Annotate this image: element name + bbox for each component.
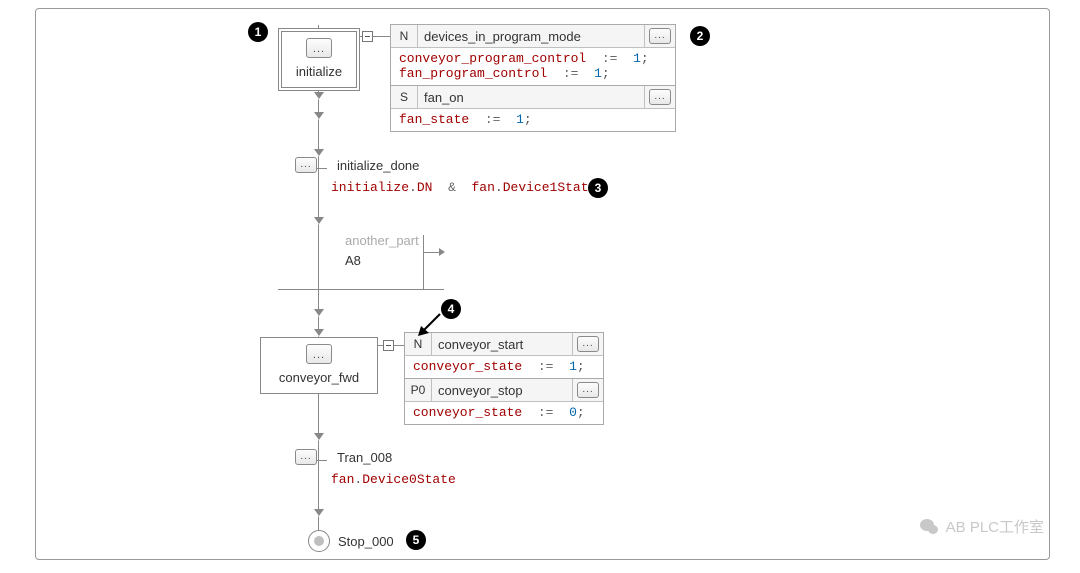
ellipsis-icon[interactable]: ... [295, 157, 317, 173]
watermark-text: AB PLC工作室 [946, 516, 1044, 537]
action-row: N conveyor_start ... conveyor_state := 1… [405, 333, 603, 378]
action-row: P0 conveyor_stop ... conveyor_state := 0… [405, 378, 603, 424]
callout-5: 5 [406, 530, 426, 550]
action-qualifier: S [391, 86, 418, 108]
step-label: conveyor_fwd [261, 364, 377, 393]
ellipsis-icon[interactable]: ... [649, 28, 671, 44]
branch-name: another_part [345, 233, 419, 248]
ellipsis-icon[interactable]: ... [295, 449, 317, 465]
collapse-icon[interactable] [383, 340, 394, 351]
transition-label: Tran_008 [337, 450, 392, 465]
ellipsis-icon[interactable]: ... [577, 336, 599, 352]
ellipsis-icon[interactable]: ... [577, 382, 599, 398]
watermark: AB PLC工作室 [920, 516, 1044, 537]
sfc-main-line [318, 25, 319, 543]
transition-label: initialize_done [337, 158, 419, 173]
step-label: initialize [282, 58, 356, 87]
action-table-conveyor-fwd: N conveyor_start ... conveyor_state := 1… [404, 332, 604, 425]
transition-condition: fan.Device0State [331, 472, 456, 487]
callout-3: 3 [588, 178, 608, 198]
action-body: conveyor_state := 1; [405, 356, 603, 378]
divergence-bar [278, 289, 444, 290]
action-qualifier: N [405, 333, 432, 355]
action-name: conveyor_start [432, 333, 572, 355]
step-conveyor-fwd[interactable]: ... conveyor_fwd [260, 337, 378, 394]
action-row: S fan_on ... fan_state := 1; [391, 85, 675, 131]
ellipsis-icon[interactable]: ... [306, 344, 332, 364]
transition-condition: initialize.DN & fan.Device1State [331, 180, 596, 195]
stop-terminal[interactable] [308, 530, 330, 552]
action-qualifier: P0 [405, 379, 432, 401]
step-initialize[interactable]: ... initialize [278, 28, 360, 91]
action-qualifier: N [391, 25, 418, 47]
action-table-initialize: N devices_in_program_mode ... conveyor_p… [390, 24, 676, 132]
wechat-icon [920, 517, 940, 537]
action-name: fan_on [418, 86, 644, 108]
callout-4: 4 [441, 299, 461, 319]
transition-tran-008[interactable]: ... Tran_008 [295, 449, 392, 465]
callout-1: 1 [248, 22, 268, 42]
branch-line [423, 235, 424, 289]
action-body: conveyor_state := 0; [405, 402, 603, 424]
action-body: fan_state := 1; [391, 109, 675, 131]
ellipsis-icon[interactable]: ... [306, 38, 332, 58]
callout-2: 2 [690, 26, 710, 46]
ellipsis-icon[interactable]: ... [649, 89, 671, 105]
arrow-icon [418, 312, 444, 336]
action-row: N devices_in_program_mode ... conveyor_p… [391, 25, 675, 85]
branch-ref: A8 [345, 253, 361, 268]
arrow-right-icon [439, 248, 445, 256]
action-name: devices_in_program_mode [418, 25, 644, 47]
stop-label: Stop_000 [338, 534, 394, 549]
collapse-icon[interactable] [362, 31, 373, 42]
transition-initialize-done[interactable]: ... initialize_done [295, 157, 419, 173]
action-body: conveyor_program_control := 1; fan_progr… [391, 48, 675, 85]
action-name: conveyor_stop [432, 379, 572, 401]
